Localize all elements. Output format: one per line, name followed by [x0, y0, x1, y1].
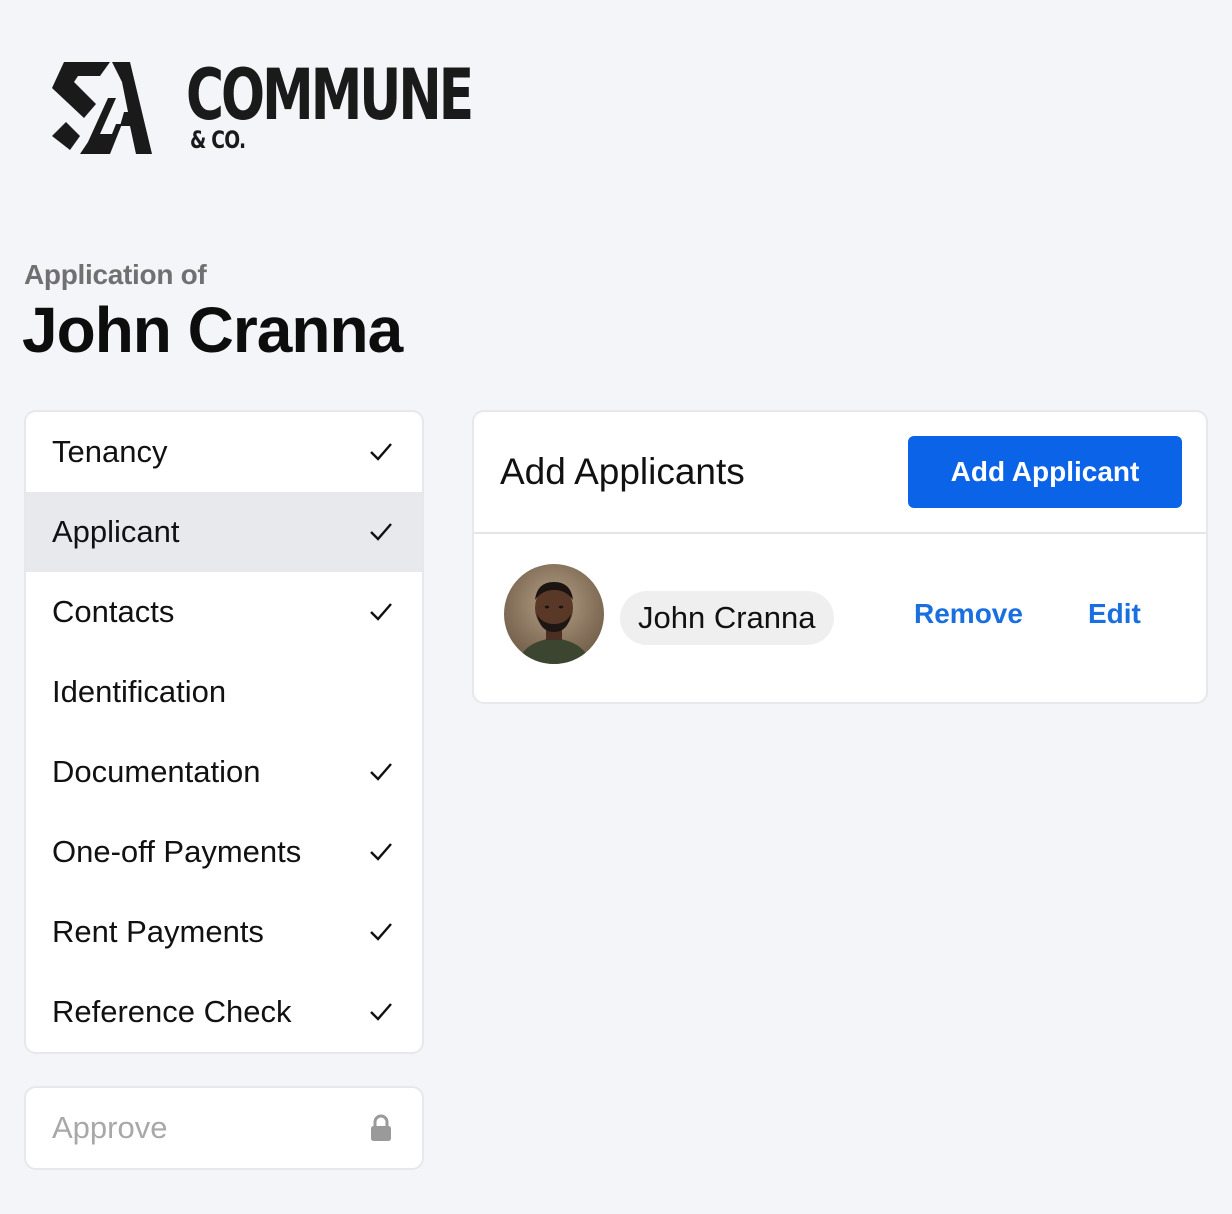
step-documentation[interactable]: Documentation	[26, 732, 422, 812]
step-one-off-payments[interactable]: One-off Payments	[26, 812, 422, 892]
step-label: Documentation	[52, 754, 261, 789]
avatar	[504, 564, 604, 664]
step-label: One-off Payments	[52, 834, 302, 869]
edit-applicant-link[interactable]: Edit	[1088, 598, 1141, 630]
step-tenancy[interactable]: Tenancy	[26, 412, 422, 492]
brand-name: COMMUNE	[186, 54, 474, 136]
step-reference-check[interactable]: Reference Check	[26, 972, 422, 1052]
step-label: Reference Check	[52, 994, 292, 1029]
check-icon	[370, 763, 392, 781]
step-label: Identification	[52, 674, 227, 709]
approve-label: Approve	[52, 1110, 168, 1145]
check-icon	[370, 603, 392, 621]
step-label: Rent Payments	[52, 914, 264, 949]
add-applicant-button[interactable]: Add Applicant	[908, 436, 1182, 508]
applicants-panel: Add Applicants Add Applicant John Cranna…	[472, 410, 1208, 704]
step-label: Contacts	[52, 594, 175, 629]
step-rent-payments[interactable]: Rent Payments	[26, 892, 422, 972]
check-icon	[370, 1003, 392, 1021]
step-label: Tenancy	[52, 434, 168, 469]
steps-nav: Tenancy Applicant Contacts Identificatio…	[24, 410, 424, 1054]
step-contacts[interactable]: Contacts	[26, 572, 422, 652]
remove-applicant-link[interactable]: Remove	[914, 598, 1023, 630]
step-identification[interactable]: Identification	[26, 652, 422, 732]
brand-sub: & CO.	[190, 126, 246, 154]
applicant-name: John Cranna	[638, 600, 816, 635]
applicant-row: John Cranna Remove Edit	[474, 534, 1206, 702]
check-icon	[370, 923, 392, 941]
avatar-image	[504, 564, 604, 664]
step-label: Applicant	[52, 514, 180, 549]
page-subtitle: Application of	[24, 259, 207, 290]
applicant-name-chip: John Cranna	[620, 591, 834, 645]
panel-title: Add Applicants	[500, 451, 745, 492]
check-icon	[370, 443, 392, 461]
check-icon	[370, 523, 392, 541]
lock-icon	[371, 1114, 391, 1141]
check-icon	[370, 843, 392, 861]
sa-monogram-icon	[52, 62, 152, 154]
brand-logo: COMMUNE & CO.	[50, 58, 571, 158]
page-title: John Cranna	[22, 294, 403, 366]
step-applicant[interactable]: Applicant	[26, 492, 422, 572]
panel-header: Add Applicants Add Applicant	[474, 412, 1206, 534]
approve-step: Approve	[24, 1086, 424, 1170]
